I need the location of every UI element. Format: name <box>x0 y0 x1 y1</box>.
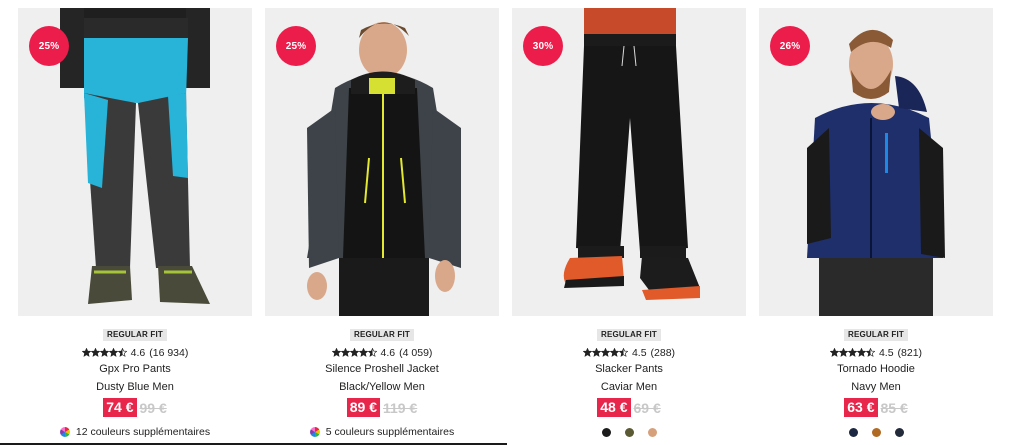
star-rating <box>582 348 628 357</box>
product-card[interactable]: 30% REGULAR FIT 4.5 (288) Slacker Pants … <box>512 8 746 445</box>
product-info: REGULAR FIT 4.6 (16 934) Gpx Pro Pants D… <box>18 324 252 439</box>
review-count[interactable]: (16 934) <box>149 347 188 359</box>
star-icon <box>340 348 350 357</box>
star-icon <box>829 348 839 357</box>
product-card[interactable]: 26% REGULAR FIT 4.5 (821) Tornado Hoodie… <box>759 8 993 445</box>
star-icon <box>331 348 341 357</box>
star-rating <box>331 348 377 357</box>
product-info: REGULAR FIT 4.6 (4 059) Silence Proshell… <box>265 324 499 439</box>
price-row: 63 € 85 € <box>759 398 993 417</box>
price-row: 89 € 119 € <box>265 398 499 417</box>
discount-badge: 25% <box>276 26 316 66</box>
fit-tag: REGULAR FIT <box>844 329 908 341</box>
star-icon <box>600 348 610 357</box>
rating-row: 4.5 (821) <box>759 346 993 359</box>
product-name[interactable]: Slacker Pants <box>512 362 746 376</box>
rating-row: 4.5 (288) <box>512 346 746 359</box>
more-colors-link[interactable]: 5 couleurs supplémentaires <box>265 425 499 439</box>
star-icon <box>117 348 127 357</box>
sale-price: 63 € <box>844 398 878 417</box>
star-icon <box>609 348 619 357</box>
product-name[interactable]: Gpx Pro Pants <box>18 362 252 376</box>
product-color: Caviar Men <box>600 381 658 393</box>
color-swatch[interactable] <box>601 427 611 437</box>
star-rating <box>81 348 127 357</box>
sale-price: 48 € <box>597 398 631 417</box>
rating-value: 4.6 <box>380 346 396 359</box>
discount-badge: 25% <box>29 26 69 66</box>
rating-value: 4.5 <box>878 346 894 359</box>
star-icon <box>358 348 368 357</box>
product-image[interactable]: 30% <box>512 8 746 316</box>
color-swatch[interactable] <box>848 427 858 437</box>
sale-price: 74 € <box>103 398 137 417</box>
fit-tag: REGULAR FIT <box>350 329 414 341</box>
rating-row: 4.6 (16 934) <box>18 346 252 359</box>
star-icon <box>367 348 377 357</box>
color-wheel-icon <box>309 427 320 437</box>
product-image[interactable]: 26% <box>759 8 993 316</box>
color-swatch[interactable] <box>647 427 657 437</box>
star-icon <box>108 348 118 357</box>
product-name[interactable]: Silence Proshell Jacket <box>265 362 499 376</box>
star-icon <box>582 348 592 357</box>
star-icon <box>856 348 866 357</box>
color-swatch[interactable] <box>624 427 634 437</box>
original-price: 85 € <box>880 399 908 416</box>
star-icon <box>90 348 100 357</box>
rating-row: 4.6 (4 059) <box>265 346 499 359</box>
product-card[interactable]: 25% REGULAR FIT 4.6 (16 934) Gpx Pro Pan… <box>18 8 252 445</box>
original-price: 69 € <box>633 399 661 416</box>
star-icon <box>349 348 359 357</box>
star-icon <box>847 348 857 357</box>
star-icon <box>591 348 601 357</box>
original-price: 99 € <box>139 399 167 416</box>
product-grid: 25% REGULAR FIT 4.6 (16 934) Gpx Pro Pan… <box>18 8 994 445</box>
original-price: 119 € <box>382 399 418 416</box>
color-swatches <box>512 425 746 439</box>
color-wheel-icon <box>59 427 70 437</box>
review-count[interactable]: (821) <box>898 347 923 359</box>
fit-tag: REGULAR FIT <box>103 329 167 341</box>
more-colors-link[interactable]: 12 couleurs supplémentaires <box>18 425 252 439</box>
product-color: Black/Yellow Men <box>339 381 425 393</box>
discount-badge: 26% <box>770 26 810 66</box>
rating-value: 4.5 <box>631 346 647 359</box>
star-icon <box>838 348 848 357</box>
more-colors-label: 12 couleurs supplémentaires <box>75 426 211 438</box>
review-count[interactable]: (288) <box>651 347 676 359</box>
fit-tag: REGULAR FIT <box>597 329 661 341</box>
price-row: 48 € 69 € <box>512 398 746 417</box>
more-colors-label: 5 couleurs supplémentaires <box>325 426 455 438</box>
color-swatch[interactable] <box>894 427 904 437</box>
star-icon <box>81 348 91 357</box>
product-info: REGULAR FIT 4.5 (821) Tornado Hoodie Nav… <box>759 324 993 439</box>
color-swatch[interactable] <box>871 427 881 437</box>
product-image[interactable]: 25% <box>18 8 252 316</box>
review-count[interactable]: (4 059) <box>399 347 432 359</box>
star-icon <box>618 348 628 357</box>
product-color: Navy Men <box>851 381 901 393</box>
rating-value: 4.6 <box>130 346 146 359</box>
sale-price: 89 € <box>346 398 380 417</box>
price-row: 74 € 99 € <box>18 398 252 417</box>
star-icon <box>99 348 109 357</box>
discount-badge: 30% <box>523 26 563 66</box>
star-icon <box>865 348 875 357</box>
star-rating <box>829 348 875 357</box>
product-name[interactable]: Tornado Hoodie <box>759 362 993 376</box>
product-image[interactable]: 25% <box>265 8 499 316</box>
product-color: Dusty Blue Men <box>96 381 174 393</box>
product-info: REGULAR FIT 4.5 (288) Slacker Pants Cavi… <box>512 324 746 439</box>
color-swatches <box>759 425 993 439</box>
product-card[interactable]: 25% REGULAR FIT 4.6 (4 059) Silence Pros… <box>265 8 499 445</box>
